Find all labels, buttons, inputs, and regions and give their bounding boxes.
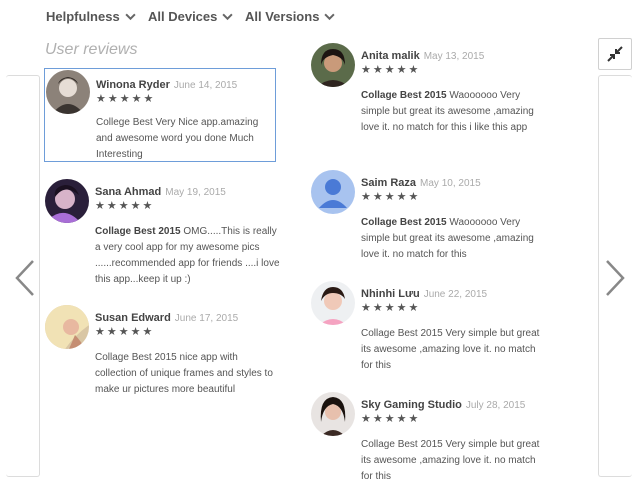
collapse-arrows-icon bbox=[607, 46, 623, 62]
chevron-down-icon bbox=[222, 13, 233, 21]
review-card[interactable]: Susan Edward June 17, 2015 ★★★★★ Collage … bbox=[45, 305, 277, 405]
sort-dropdown-label: Helpfulness bbox=[46, 9, 120, 24]
avatar bbox=[46, 70, 90, 114]
devices-dropdown-label: All Devices bbox=[148, 9, 218, 24]
review-title: Collage Best 2015 bbox=[361, 217, 447, 228]
versions-dropdown-label: All Versions bbox=[245, 9, 320, 24]
collapse-button[interactable] bbox=[598, 38, 632, 70]
star-rating: ★★★★★ bbox=[95, 200, 155, 212]
review-body: Collage Best 2015 Waoooooo Very simple b… bbox=[361, 90, 534, 133]
avatar bbox=[311, 43, 355, 87]
review-author: Winona Ryder bbox=[96, 79, 170, 91]
review-author: Saim Raza bbox=[361, 177, 417, 189]
review-author: Nhinhi Lưu bbox=[361, 288, 420, 300]
avatar bbox=[311, 170, 355, 214]
review-body: Collage Best 2015 nice app with collecti… bbox=[95, 352, 273, 395]
avatar bbox=[311, 281, 355, 325]
review-card[interactable]: Sana Ahmad May 19, 2015 ★★★★★ Collage Bes… bbox=[45, 179, 280, 289]
review-card[interactable]: Nhinhi Lưu June 22, 2015 ★★★★★ Collage Be… bbox=[311, 281, 543, 377]
review-date: May 19, 2015 bbox=[165, 187, 226, 198]
review-date: June 14, 2015 bbox=[173, 80, 238, 91]
review-author: Sana Ahmad bbox=[95, 186, 162, 198]
chevron-left-icon[interactable] bbox=[13, 258, 37, 298]
star-rating: ★★★★★ bbox=[361, 191, 421, 203]
review-body: Collage Best 2015 Waoooooo Very simple b… bbox=[361, 217, 534, 260]
chevron-down-icon bbox=[125, 13, 136, 21]
chevron-right-icon[interactable] bbox=[603, 258, 627, 298]
review-date: May 13, 2015 bbox=[423, 51, 485, 62]
review-card[interactable]: Anita malik May 13, 2015 ★★★★★ Collage Be… bbox=[311, 43, 543, 155]
star-rating: ★★★★★ bbox=[361, 64, 421, 76]
review-title: Collage Best 2015 bbox=[95, 226, 181, 237]
review-card[interactable]: Saim Raza May 10, 2015 ★★★★★ Collage Best… bbox=[311, 170, 543, 266]
filter-bar: Helpfulness All Devices All Versions bbox=[0, 0, 640, 36]
review-body: College Best Very Nice app.amazing and a… bbox=[96, 117, 259, 160]
default-avatar-icon bbox=[311, 170, 355, 214]
review-author: Susan Edward bbox=[95, 312, 171, 324]
chevron-down-icon bbox=[324, 13, 336, 21]
star-rating: ★★★★★ bbox=[361, 413, 421, 425]
review-title: Collage Best 2015 bbox=[361, 90, 447, 101]
avatar bbox=[45, 305, 89, 349]
review-body: Collage Best 2015 Very simple but great … bbox=[361, 328, 540, 371]
review-card[interactable]: Sky Gaming Studio July 28, 2015 ★★★★★ Col… bbox=[311, 392, 543, 488]
review-date: July 28, 2015 bbox=[465, 400, 526, 411]
avatar bbox=[45, 179, 89, 223]
review-date: June 22, 2015 bbox=[423, 289, 488, 300]
star-rating: ★★★★★ bbox=[95, 326, 155, 338]
review-date: June 17, 2015 bbox=[174, 313, 239, 324]
review-body: Collage Best 2015 OMG.....This is really… bbox=[95, 226, 280, 285]
review-date: May 10, 2015 bbox=[420, 178, 481, 189]
star-rating: ★★★★★ bbox=[96, 93, 156, 105]
review-body: Collage Best 2015 Very simple but great … bbox=[361, 439, 540, 482]
versions-dropdown[interactable]: All Versions bbox=[245, 9, 336, 24]
devices-dropdown[interactable]: All Devices bbox=[148, 9, 233, 24]
avatar bbox=[311, 392, 355, 436]
review-card[interactable]: Winona Ryder June 14, 2015 ★★★★★ College … bbox=[44, 68, 276, 162]
section-title: User reviews bbox=[45, 41, 138, 58]
review-author: Sky Gaming Studio bbox=[361, 399, 462, 411]
review-author: Anita malik bbox=[361, 50, 420, 62]
sort-dropdown[interactable]: Helpfulness bbox=[46, 9, 136, 24]
star-rating: ★★★★★ bbox=[361, 302, 421, 314]
